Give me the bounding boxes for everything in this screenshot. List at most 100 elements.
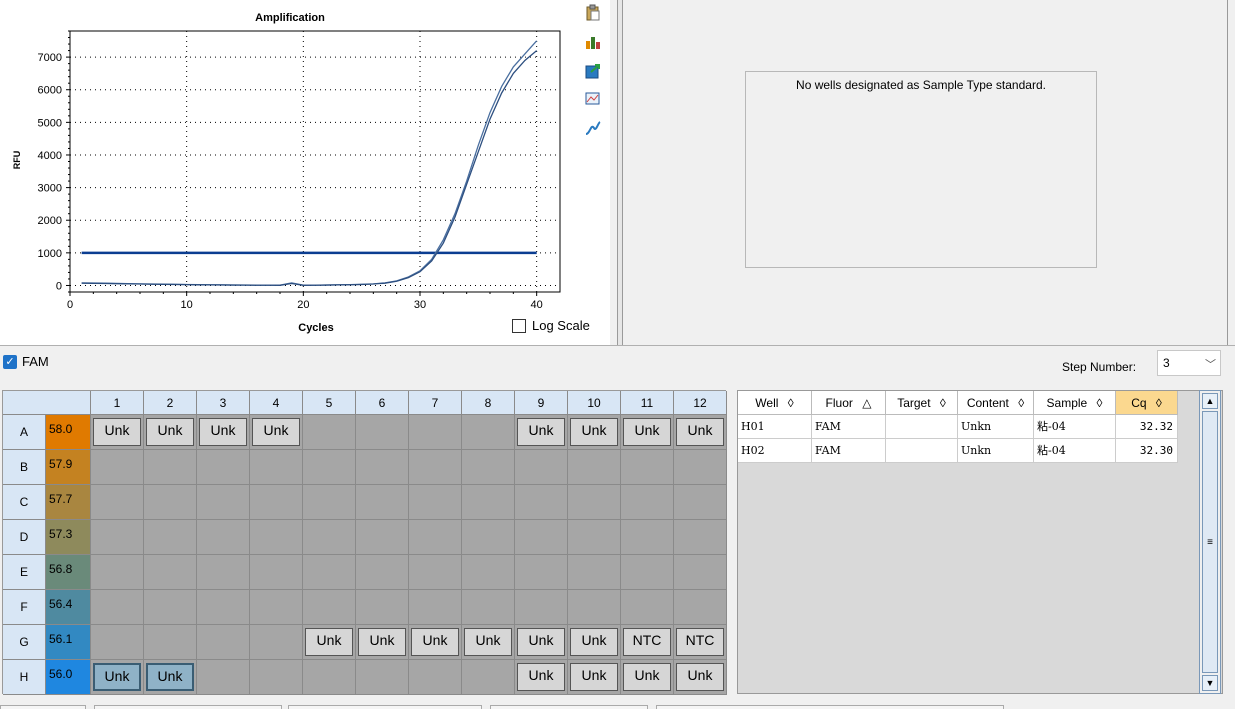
plate-well[interactable] (197, 450, 250, 485)
well-content-label[interactable]: Unk (464, 628, 512, 656)
column-header-target[interactable]: Target ◊ (886, 391, 958, 415)
plate-well[interactable]: Unk (674, 660, 727, 695)
plate-well[interactable] (303, 590, 356, 625)
plate-well[interactable] (91, 625, 144, 660)
bottom-tab-3[interactable] (288, 705, 482, 709)
plate-well[interactable]: Unk (515, 625, 568, 660)
sort-icon[interactable]: ◊ (1093, 396, 1103, 410)
plate-well[interactable] (568, 590, 621, 625)
plate-well[interactable]: NTC (674, 625, 727, 660)
plate-well[interactable] (515, 485, 568, 520)
plate-well[interactable] (462, 415, 515, 450)
plate-well[interactable] (621, 485, 674, 520)
well-content-label[interactable]: Unk (517, 418, 565, 446)
plate-well[interactable]: Unk (356, 625, 409, 660)
plate-well[interactable]: Unk (197, 415, 250, 450)
plate-well[interactable] (303, 520, 356, 555)
plate-well[interactable] (250, 625, 303, 660)
column-header-content[interactable]: Content ◊ (958, 391, 1034, 415)
plate-well[interactable] (409, 415, 462, 450)
plate-well[interactable] (303, 450, 356, 485)
plate-well[interactable] (144, 485, 197, 520)
plate-well[interactable] (303, 415, 356, 450)
sort-icon[interactable]: ◊ (937, 396, 946, 410)
export-icon[interactable] (584, 62, 602, 80)
plate-well[interactable] (250, 660, 303, 695)
plate-well[interactable] (197, 520, 250, 555)
plate-row-header[interactable]: D (3, 520, 46, 555)
well-content-label[interactable]: Unk (411, 628, 459, 656)
plate-well[interactable] (250, 520, 303, 555)
plate-well[interactable]: Unk (568, 415, 621, 450)
plate-well[interactable]: Unk (568, 660, 621, 695)
plate-well[interactable] (144, 450, 197, 485)
scroll-down-button[interactable]: ▼ (1202, 675, 1218, 691)
well-content-label[interactable]: Unk (570, 418, 618, 446)
well-content-label[interactable]: Unk (305, 628, 353, 656)
plate-well[interactable] (356, 590, 409, 625)
plate-well[interactable] (674, 590, 727, 625)
plate-well[interactable] (144, 520, 197, 555)
plate-well[interactable] (197, 485, 250, 520)
plate-row-header[interactable]: H (3, 660, 46, 695)
plate-well[interactable]: Unk (568, 625, 621, 660)
table-cell[interactable] (886, 439, 958, 463)
column-header-sample[interactable]: Sample ◊ (1034, 391, 1116, 415)
chart-settings-icon[interactable] (584, 33, 602, 51)
plate-well[interactable]: Unk (303, 625, 356, 660)
plate-column-header[interactable]: 12 (674, 391, 727, 415)
table-cell[interactable]: 32.32 (1116, 415, 1178, 439)
plate-well[interactable]: Unk (250, 415, 303, 450)
plate-well[interactable] (409, 555, 462, 590)
curve-icon[interactable] (584, 119, 602, 137)
plate-well[interactable] (409, 590, 462, 625)
plate-well[interactable] (197, 590, 250, 625)
scroll-up-button[interactable]: ▲ (1202, 393, 1218, 409)
plate-column-header[interactable]: 7 (409, 391, 462, 415)
table-cell[interactable]: Unkn (958, 439, 1034, 463)
plate-well[interactable] (250, 450, 303, 485)
plate-well[interactable] (91, 520, 144, 555)
log-scale-toggle[interactable]: Log Scale (512, 318, 590, 333)
table-cell[interactable] (886, 415, 958, 439)
plate-well[interactable]: Unk (462, 625, 515, 660)
plate-well[interactable]: Unk (515, 660, 568, 695)
plate-column-header[interactable]: 10 (568, 391, 621, 415)
plate-well[interactable] (303, 485, 356, 520)
plate-well[interactable]: Unk (144, 660, 197, 695)
plate-well[interactable]: Unk (515, 415, 568, 450)
zoom-chart-icon[interactable] (584, 90, 602, 108)
well-content-label[interactable]: Unk (623, 418, 671, 446)
plate-row-header[interactable]: G (3, 625, 46, 660)
plate-well[interactable] (462, 555, 515, 590)
plate-row-header[interactable]: E (3, 555, 46, 590)
plate-well[interactable] (568, 520, 621, 555)
plate-well[interactable] (674, 485, 727, 520)
table-cell[interactable]: 粘-04 (1034, 439, 1116, 463)
plate-well[interactable] (462, 450, 515, 485)
plate-column-header[interactable]: 8 (462, 391, 515, 415)
well-content-label[interactable]: Unk (517, 663, 565, 691)
plate-column-header[interactable]: 5 (303, 391, 356, 415)
plate-well[interactable] (91, 555, 144, 590)
sort-icon[interactable]: ◊ (1015, 396, 1024, 410)
bottom-tab-1[interactable] (0, 705, 86, 709)
plate-well[interactable]: Unk (674, 415, 727, 450)
plate-well[interactable] (197, 660, 250, 695)
plate-well[interactable] (356, 415, 409, 450)
results-scrollbar[interactable]: ▲ ≡ ▼ (1199, 390, 1221, 694)
step-number-select[interactable]: 3 ﹀ (1157, 350, 1221, 376)
plate-column-header[interactable]: 2 (144, 391, 197, 415)
plate-well[interactable] (409, 660, 462, 695)
scroll-thumb[interactable]: ≡ (1202, 411, 1218, 673)
plate-well[interactable] (515, 555, 568, 590)
well-content-label[interactable]: Unk (570, 663, 618, 691)
column-header-fluor[interactable]: Fluor △ (812, 391, 886, 415)
sort-icon[interactable]: △ (859, 396, 871, 410)
well-content-label[interactable]: Unk (676, 663, 724, 691)
well-content-label[interactable]: Unk (676, 418, 724, 446)
plate-row-header[interactable]: B (3, 450, 46, 485)
plate-well[interactable]: Unk (144, 415, 197, 450)
plate-well[interactable] (144, 555, 197, 590)
table-cell[interactable]: FAM (812, 415, 886, 439)
